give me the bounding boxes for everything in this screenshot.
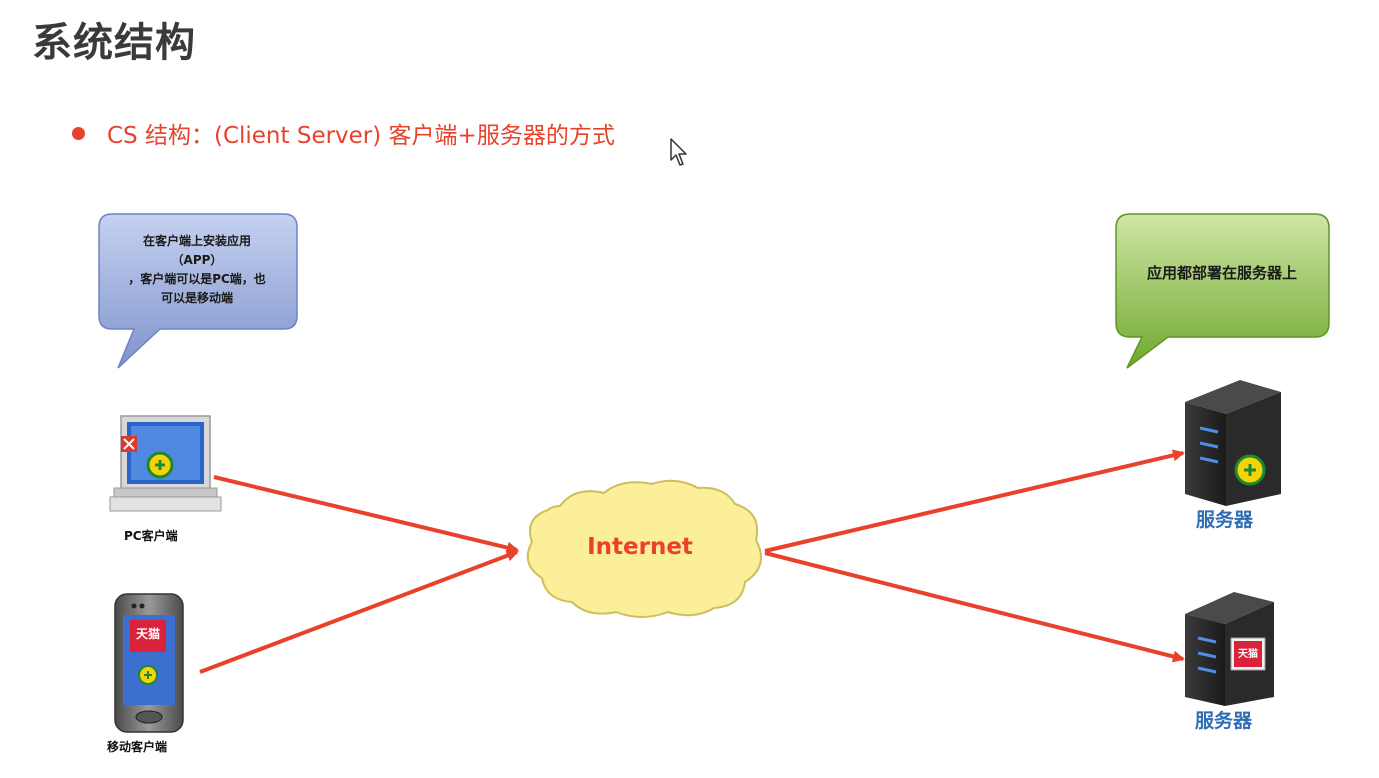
tmall-app-label: 天猫 [136,626,160,641]
server-1-icon [1185,380,1281,506]
pc-client-label: PC客户端 [124,529,178,543]
cs-architecture-diagram: 天猫 天猫 [98,213,1330,733]
client-bubble-text: 在客户端上安装应用 （APP） ，客户端可以是PC端，也 可以是移动端 [102,232,292,308]
client-bubble-line: （APP） [171,253,223,267]
tmall-server-label: 天猫 [1238,647,1258,660]
server-speech-bubble [1115,213,1330,369]
mobile-client-label: 移动客户端 [107,740,168,754]
internet-label: Internet [587,534,693,560]
mobile-client-icon: 天猫 [114,593,184,733]
client-bubble-line: ，客户端可以是PC端，也 [128,272,266,286]
client-bubble-line: 在客户端上安装应用 [142,234,251,248]
arrow-mobile-to-internet [199,549,519,674]
server-bubble-text: 应用都部署在服务器上 [1146,264,1297,282]
pc-client-icon [109,415,222,512]
mouse-cursor-icon [670,138,687,166]
arrow-internet-to-server-1 [764,449,1185,553]
client-bubble-line: 可以是移动端 [160,291,233,305]
arrow-internet-to-server-2 [764,551,1185,663]
server-2-icon: 天猫 [1185,592,1274,706]
server-2-label: 服务器 [1195,710,1253,732]
server-1-label: 服务器 [1196,509,1254,531]
arrow-pc-to-internet [213,475,519,554]
